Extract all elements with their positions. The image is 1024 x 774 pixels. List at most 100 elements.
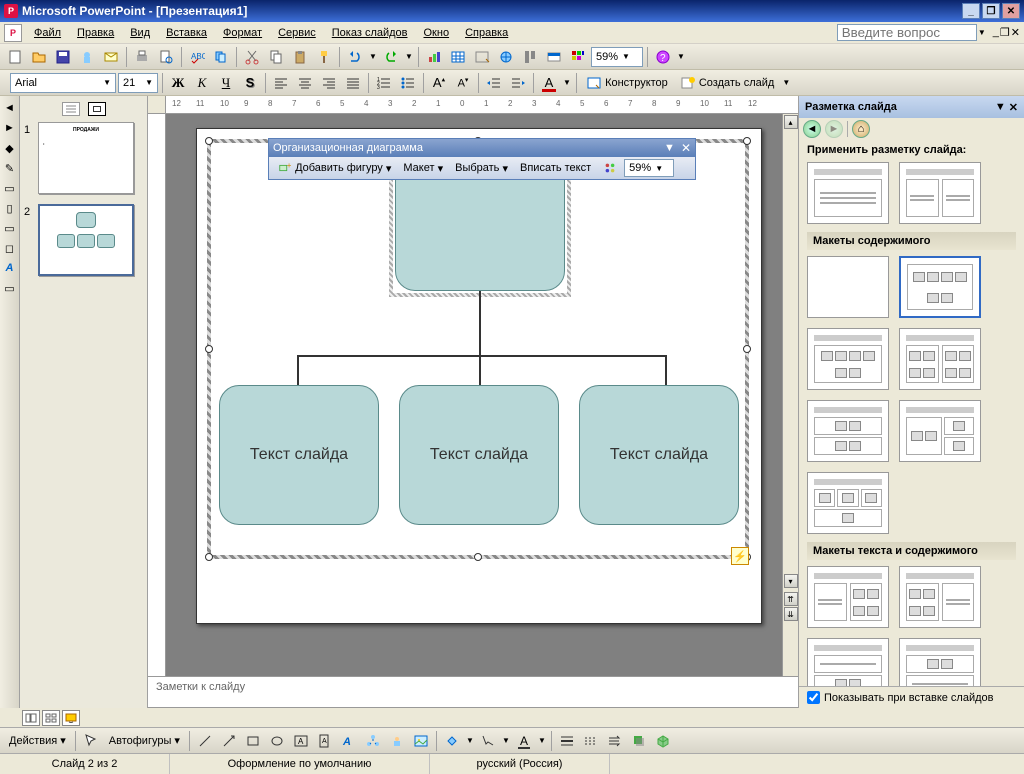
bold-button[interactable]: Ж xyxy=(167,72,189,94)
color-button[interactable] xyxy=(567,46,589,68)
layout-title-two-content-v[interactable] xyxy=(807,400,889,462)
undo-button[interactable] xyxy=(344,46,366,68)
print-preview-button[interactable] xyxy=(155,46,177,68)
3d-style-button[interactable] xyxy=(652,730,674,752)
select-button[interactable]: Выбрать ▾ xyxy=(450,159,513,178)
layout-title-content[interactable] xyxy=(807,162,889,224)
smart-tag-icon[interactable]: ⚡ xyxy=(731,547,749,565)
distributed-button[interactable] xyxy=(342,72,364,94)
doc-minimize-button[interactable]: _ xyxy=(993,26,999,39)
menu-slideshow[interactable]: Показ слайдов xyxy=(324,25,416,41)
layout-title-two-content-h[interactable] xyxy=(899,400,981,462)
org-zoom-select[interactable]: 59%▼ xyxy=(624,159,674,177)
nav-home-button[interactable]: ⌂ xyxy=(852,120,870,138)
show-on-insert-checkbox[interactable] xyxy=(807,691,820,704)
wordart-button[interactable]: A xyxy=(338,730,360,752)
new-slide-button[interactable]: Создать слайд xyxy=(675,72,780,94)
show-grid-button[interactable] xyxy=(543,46,565,68)
nav-back-button[interactable]: ◄ xyxy=(803,120,821,138)
line-button[interactable] xyxy=(194,730,216,752)
line-color-dropdown[interactable]: ▼ xyxy=(501,736,511,745)
vertical-scrollbar[interactable]: ▴ ▾ ⇈ ⇊ xyxy=(782,114,798,676)
open-button[interactable] xyxy=(28,46,50,68)
slide-sorter-view-button[interactable] xyxy=(42,710,60,726)
layout-title-content2[interactable] xyxy=(807,328,889,390)
minimize-button[interactable]: _ xyxy=(962,3,980,19)
format-painter-button[interactable] xyxy=(313,46,335,68)
paste-button[interactable] xyxy=(289,46,311,68)
layout-button[interactable]: Макет ▾ xyxy=(398,159,448,178)
align-left-button[interactable] xyxy=(270,72,292,94)
layout-text-content-3[interactable] xyxy=(807,638,889,686)
show-formatting-button[interactable] xyxy=(519,46,541,68)
font-color-dropdown[interactable]: ▼ xyxy=(562,78,572,87)
layout-title-two-content[interactable] xyxy=(899,328,981,390)
shadow-style-button[interactable] xyxy=(628,730,650,752)
font-size-select[interactable]: 21▼ xyxy=(118,73,158,93)
new-button[interactable] xyxy=(4,46,26,68)
slide-thumbnail-2[interactable]: 2 xyxy=(24,204,143,276)
diagram-button[interactable] xyxy=(362,730,384,752)
add-shape-button[interactable]: + Добавить фигуру ▾ xyxy=(273,159,396,178)
task-pane-dropdown[interactable]: ▼ xyxy=(995,101,1009,113)
line-style-button[interactable] xyxy=(556,730,578,752)
cut-button[interactable] xyxy=(241,46,263,68)
lang-icon[interactable]: ▭ xyxy=(2,280,18,296)
slide-thumbnail-1[interactable]: 1 ПРОДАЖИ• xyxy=(24,122,143,194)
undo-dropdown[interactable]: ▼ xyxy=(368,52,378,61)
textbox-button[interactable]: A xyxy=(290,730,312,752)
oval-button[interactable] xyxy=(266,730,288,752)
increase-indent-button[interactable] xyxy=(507,72,529,94)
shadow-button[interactable]: S xyxy=(239,72,261,94)
fill-color-button[interactable] xyxy=(441,730,463,752)
email-button[interactable] xyxy=(100,46,122,68)
insert-chart-button[interactable] xyxy=(423,46,445,68)
layout-text-content-1[interactable] xyxy=(807,566,889,628)
nav-forward-button[interactable]: ► xyxy=(825,120,843,138)
slide[interactable]: Текст слайда Текст слайда Текст слайда ⚡ xyxy=(196,128,762,624)
org-toolbar-title[interactable]: Организационная диаграмма ▼ ✕ xyxy=(269,139,695,157)
aa-icon[interactable]: A xyxy=(2,260,18,276)
menu-insert[interactable]: Вставка xyxy=(158,25,215,41)
slide-canvas[interactable]: Текст слайда Текст слайда Текст слайда ⚡ xyxy=(166,114,782,676)
maximize-button[interactable]: ❐ xyxy=(982,3,1000,19)
comment-icon[interactable]: ◻ xyxy=(2,240,18,256)
increase-font-button[interactable]: A▴ xyxy=(428,72,450,94)
line-color-button[interactable] xyxy=(477,730,499,752)
back-icon[interactable]: ◄ xyxy=(2,100,18,116)
org-toolbar-close[interactable]: ✕ xyxy=(681,141,691,155)
layout-content[interactable] xyxy=(899,256,981,318)
ask-dropdown[interactable]: ▼ xyxy=(977,28,987,37)
menu-view[interactable]: Вид xyxy=(122,25,158,41)
org-node-child-1[interactable]: Текст слайда xyxy=(219,385,379,525)
arrow-button[interactable] xyxy=(218,730,240,752)
fit-text-button[interactable]: Вписать текст xyxy=(515,159,596,178)
tables-borders-button[interactable] xyxy=(471,46,493,68)
close-button[interactable]: ✕ xyxy=(1002,3,1020,19)
dash-style-button[interactable] xyxy=(580,730,602,752)
notes-pane[interactable]: Заметки к слайду xyxy=(148,676,798,708)
save-button[interactable] xyxy=(52,46,74,68)
layout-text-content-2[interactable] xyxy=(899,566,981,628)
org-chart-toolbar[interactable]: Организационная диаграмма ▼ ✕ + Добавить… xyxy=(268,138,696,180)
redo-button[interactable] xyxy=(380,46,402,68)
spellcheck-button[interactable]: ABC xyxy=(186,46,208,68)
font-color-dropdown2[interactable]: ▼ xyxy=(537,736,547,745)
org-toolbar-dropdown[interactable]: ▼ xyxy=(664,142,675,154)
underline-button[interactable]: Ч xyxy=(215,72,237,94)
horizontal-ruler[interactable]: 1211109876543210123456789101112 xyxy=(148,96,798,114)
research-button[interactable] xyxy=(210,46,232,68)
toolbar2-options[interactable]: ▼ xyxy=(781,78,791,87)
insert-picture-button[interactable] xyxy=(410,730,432,752)
bullets-button[interactable] xyxy=(397,72,419,94)
menu-file[interactable]: Файл xyxy=(26,25,69,41)
arrow-style-button[interactable] xyxy=(604,730,626,752)
doc-close-button[interactable]: ✕ xyxy=(1011,26,1020,39)
menu-edit[interactable]: Правка xyxy=(69,25,122,41)
doc-icon[interactable]: ▯ xyxy=(2,200,18,216)
vertical-ruler[interactable] xyxy=(148,114,166,676)
toolbar-options[interactable]: ▼ xyxy=(676,52,686,61)
help-button[interactable]: ? xyxy=(652,46,674,68)
italic-button[interactable]: К xyxy=(191,72,213,94)
doc-restore-button[interactable]: ❐ xyxy=(1000,26,1010,39)
